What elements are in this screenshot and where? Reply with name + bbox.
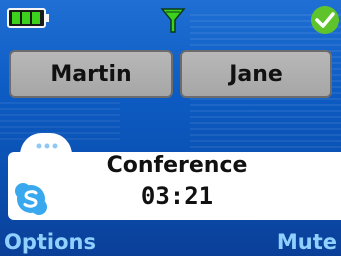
- call-screen: Martin Jane Conference 03:21 Options Mut…: [0, 0, 341, 256]
- online-check-icon: [311, 6, 339, 34]
- skype-logo-icon: [15, 183, 47, 215]
- participant-name: Jane: [229, 61, 283, 87]
- call-title: Conference: [106, 153, 248, 178]
- typing-dots-icon: [36, 143, 58, 149]
- battery-full-icon: [7, 8, 49, 28]
- call-duration: 03:21: [140, 182, 214, 210]
- participant-name: Martin: [50, 61, 132, 87]
- participant-button-1[interactable]: Martin: [9, 50, 173, 98]
- wallpaper-stripes-left: [0, 100, 120, 140]
- signal-antenna-icon: [160, 8, 186, 33]
- mute-softkey[interactable]: Mute: [277, 228, 337, 256]
- participant-button-2[interactable]: Jane: [180, 50, 332, 98]
- options-softkey[interactable]: Options: [4, 228, 96, 256]
